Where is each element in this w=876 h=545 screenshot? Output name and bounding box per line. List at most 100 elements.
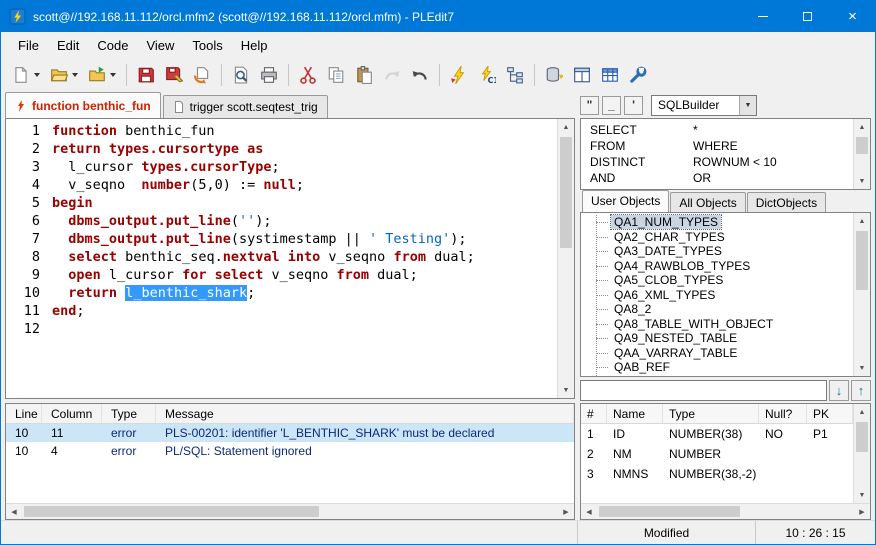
object-item[interactable]: QA4_RAWBLOB_TYPES xyxy=(581,259,852,274)
scroll-up-icon[interactable]: ▲ xyxy=(558,119,574,135)
scroll-left-icon[interactable]: ◀ xyxy=(581,504,597,519)
columns-col-header[interactable]: Null? xyxy=(759,404,807,423)
object-filter-input[interactable] xyxy=(580,380,827,401)
columns-col-header[interactable]: # xyxy=(581,404,607,423)
tab-document-2[interactable]: trigger scott.seqtest_trig xyxy=(163,95,328,118)
messages-col-line[interactable]: Line xyxy=(6,404,42,423)
split-window-button[interactable] xyxy=(568,62,596,89)
scroll-right-icon[interactable]: ▶ xyxy=(854,504,870,519)
close-button[interactable]: × xyxy=(830,1,875,32)
scroll-thumb[interactable] xyxy=(856,137,868,154)
object-item[interactable]: QAB_REF xyxy=(581,360,852,375)
code-hierarchy-button[interactable] xyxy=(501,62,529,89)
sql-keyword-row[interactable]: FROMWHERE xyxy=(581,138,852,154)
chevron-down-icon[interactable]: ▼ xyxy=(739,96,756,115)
minimize-button[interactable] xyxy=(740,1,785,32)
tab-all-objects[interactable]: All Objects xyxy=(670,192,745,212)
maximize-button[interactable] xyxy=(785,1,830,32)
scroll-up-icon[interactable]: ▲ xyxy=(854,404,870,420)
scroll-thumb[interactable] xyxy=(599,506,740,517)
editor-vscrollbar[interactable]: ▲ ▼ xyxy=(557,119,574,398)
menu-view[interactable]: View xyxy=(137,34,183,57)
chevron-down-icon[interactable] xyxy=(110,73,116,77)
tab-user-objects[interactable]: User Objects xyxy=(582,190,669,212)
menu-file[interactable]: File xyxy=(9,34,48,57)
object-item[interactable]: QA8_TABLE_WITH_OBJECT xyxy=(581,317,852,332)
column-row[interactable]: 1IDNUMBER(38)NOP1 xyxy=(581,424,853,444)
object-item[interactable]: QA3_DATE_TYPES xyxy=(581,244,852,259)
new-document-button[interactable] xyxy=(7,62,45,89)
chevron-down-icon[interactable] xyxy=(72,73,78,77)
cut-button[interactable] xyxy=(294,62,322,89)
tab-dictobjects[interactable]: DictObjects xyxy=(747,192,826,212)
import-file-button[interactable] xyxy=(83,62,121,89)
scroll-thumb[interactable] xyxy=(856,422,868,452)
scroll-thumb[interactable] xyxy=(24,506,319,517)
scroll-thumb[interactable] xyxy=(856,231,868,290)
sql-keyword-row[interactable]: ANDOR xyxy=(581,170,852,186)
settings-wrench-button[interactable] xyxy=(624,62,652,89)
scroll-down-icon[interactable]: ▼ xyxy=(854,487,870,503)
print-button[interactable] xyxy=(255,62,283,89)
scroll-track[interactable] xyxy=(597,504,854,519)
execute-button[interactable] xyxy=(445,62,473,89)
revert-button[interactable] xyxy=(188,62,216,89)
menu-code[interactable]: Code xyxy=(88,34,137,57)
move-down-button[interactable]: ↓ xyxy=(829,380,849,401)
scroll-up-icon[interactable]: ▲ xyxy=(854,119,870,135)
columns-hscrollbar[interactable]: ◀ ▶ xyxy=(581,503,870,519)
redo-button[interactable] xyxy=(378,62,406,89)
object-item[interactable]: QA2_CHAR_TYPES xyxy=(581,230,852,245)
column-row[interactable]: 3NMNSNUMBER(38,-2) xyxy=(581,464,853,484)
builder-mini-button[interactable]: ' xyxy=(624,96,643,115)
columns-col-header[interactable]: Type xyxy=(663,404,759,423)
db-objects-button[interactable] xyxy=(540,62,568,89)
scroll-track[interactable] xyxy=(558,135,574,382)
menu-help[interactable]: Help xyxy=(232,34,277,57)
columns-vscrollbar[interactable]: ▲ ▼ xyxy=(853,404,870,503)
tab-document-1[interactable]: function benthic_fun xyxy=(5,92,161,118)
message-row[interactable]: 1011errorPLS-00201: identifier 'L_BENTHI… xyxy=(6,424,574,442)
columns-col-header[interactable]: Name xyxy=(607,404,663,423)
messages-col-column[interactable]: Column xyxy=(42,404,102,423)
scroll-track[interactable] xyxy=(854,135,870,173)
scroll-track[interactable] xyxy=(854,420,870,487)
scroll-right-icon[interactable]: ▶ xyxy=(558,504,574,519)
menu-tools[interactable]: Tools xyxy=(183,34,231,57)
scroll-track[interactable] xyxy=(854,229,870,360)
sql-keyword-row[interactable]: DISTINCTROWNUM < 10 xyxy=(581,154,852,170)
sql-keywords-vscrollbar[interactable]: ▲ ▼ xyxy=(853,119,870,189)
builder-combo[interactable]: SQLBuilder ▼ xyxy=(651,95,757,116)
object-item[interactable]: QA5_CLOB_TYPES xyxy=(581,273,852,288)
data-grid-button[interactable] xyxy=(596,62,624,89)
copy-button[interactable] xyxy=(322,62,350,89)
scroll-down-icon[interactable]: ▼ xyxy=(854,360,870,376)
scroll-down-icon[interactable]: ▼ xyxy=(854,173,870,189)
builder-mini-button[interactable]: _ xyxy=(602,96,621,115)
scroll-thumb[interactable] xyxy=(560,137,572,248)
sql-keyword-row[interactable]: SELECT* xyxy=(581,122,852,138)
undo-button[interactable] xyxy=(406,62,434,89)
object-item[interactable]: QA1_NUM_TYPES xyxy=(581,215,852,230)
open-file-button[interactable] xyxy=(45,62,83,89)
save-button[interactable] xyxy=(132,62,160,89)
move-up-button[interactable]: ↑ xyxy=(851,380,871,401)
message-row[interactable]: 104errorPL/SQL: Statement ignored xyxy=(6,442,574,460)
builder-mini-button[interactable]: " xyxy=(580,96,599,115)
paste-button[interactable] xyxy=(350,62,378,89)
scroll-down-icon[interactable]: ▼ xyxy=(558,382,574,398)
object-item[interactable]: QAA_VARRAY_TABLE xyxy=(581,346,852,361)
object-item[interactable]: QA6_XML_TYPES xyxy=(581,288,852,303)
scroll-track[interactable] xyxy=(22,504,558,519)
messages-col-message[interactable]: Message xyxy=(156,404,574,423)
messages-col-type[interactable]: Type xyxy=(102,404,156,423)
columns-col-header[interactable]: PK xyxy=(807,404,853,423)
compile-button[interactable]: C1 xyxy=(473,62,501,89)
object-item[interactable]: QA9_NESTED_TABLE xyxy=(581,331,852,346)
scroll-up-icon[interactable]: ▲ xyxy=(854,213,870,229)
object-list-vscrollbar[interactable]: ▲ ▼ xyxy=(853,213,870,376)
object-item[interactable]: QA8_2 xyxy=(581,302,852,317)
column-row[interactable]: 2NMNUMBER xyxy=(581,444,853,464)
menu-edit[interactable]: Edit xyxy=(48,34,88,57)
save-as-button[interactable] xyxy=(160,62,188,89)
